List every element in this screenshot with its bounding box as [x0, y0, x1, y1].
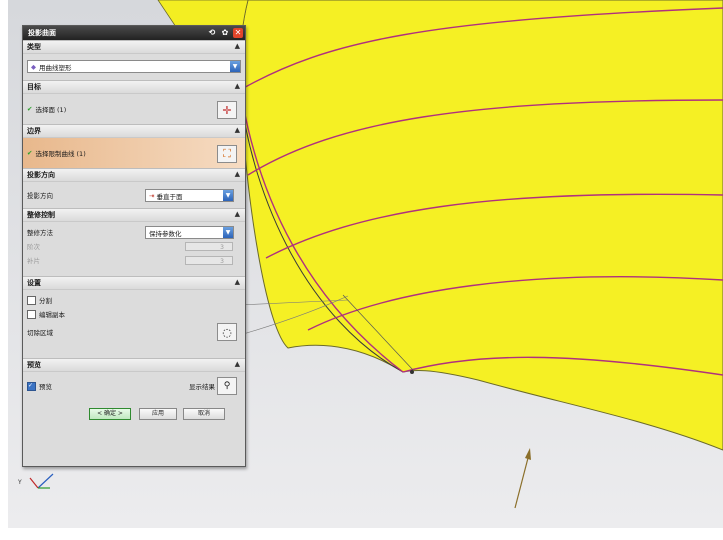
split-option[interactable]: 分割: [27, 293, 241, 307]
close-icon[interactable]: ✕: [233, 28, 243, 38]
check-icon: ✔: [27, 149, 33, 157]
chevron-up-icon[interactable]: ▲: [235, 360, 240, 368]
section-type-header[interactable]: 类型 ▲: [23, 40, 245, 54]
ok-button[interactable]: < 确定 >: [89, 408, 131, 420]
project-surface-dialog[interactable]: 投影曲面 ⟲ ✿ ✕ 类型 ▲ ◆ 用曲线塑形 ▼ 目标 ▲ ✔ 选择面 (1)…: [22, 25, 246, 467]
patch-input[interactable]: 3: [185, 255, 233, 265]
chevron-down-icon[interactable]: ▼: [230, 61, 240, 72]
chevron-up-icon[interactable]: ▲: [235, 126, 240, 134]
preview-row: 预览 显示结果 ⚲: [27, 377, 241, 395]
select-curve-row[interactable]: ✔ 选择限制曲线 (1) ⛶: [27, 145, 241, 163]
section-type-body: ◆ 用曲线塑形 ▼: [23, 54, 245, 80]
dialog-titlebar[interactable]: 投影曲面 ⟲ ✿ ✕: [23, 26, 245, 40]
method-row: 整修方法 保持参数化 ▼: [27, 225, 241, 239]
chevron-up-icon[interactable]: ▲: [235, 82, 240, 90]
dialog-title: 投影曲面: [28, 29, 56, 37]
select-face-row[interactable]: ✔ 选择面 (1) ✛: [27, 101, 241, 119]
section-boundary-header[interactable]: 边界 ▲: [23, 124, 245, 138]
trim-region-button[interactable]: ◌: [217, 323, 237, 341]
chevron-up-icon[interactable]: ▲: [235, 170, 240, 178]
projection-row: 投影方向 ⇥ 垂直于面 ▼: [27, 188, 241, 202]
type-select[interactable]: ◆ 用曲线塑形 ▼: [27, 60, 241, 73]
patch-row: 补片 3: [27, 253, 241, 267]
section-shape-control-header[interactable]: 整修控制 ▲: [23, 208, 245, 222]
gear-icon[interactable]: ✿: [220, 28, 230, 38]
section-target-body: ✔ 选择面 (1) ✛: [23, 94, 245, 124]
preview-checkbox[interactable]: [27, 381, 36, 391]
apply-button[interactable]: 应用: [139, 408, 177, 420]
select-face-button[interactable]: ✛: [217, 101, 237, 119]
edit-copy-checkbox[interactable]: [27, 309, 36, 319]
section-settings-body: 分割 编辑副本 切除区域 ◌: [23, 290, 245, 358]
chevron-down-icon[interactable]: ▼: [223, 227, 233, 238]
section-preview-body: 预览 显示结果 ⚲: [23, 372, 245, 404]
chevron-up-icon[interactable]: ▲: [235, 278, 240, 286]
svg-text:Y: Y: [17, 479, 22, 486]
reset-icon[interactable]: ⟲: [207, 28, 217, 38]
degree-row: 阶次 3: [27, 239, 241, 253]
dialog-footer: < 确定 > 应用 取消: [23, 404, 245, 422]
method-select[interactable]: 保持参数化 ▼: [145, 226, 234, 239]
show-result-label: 显示结果: [189, 383, 215, 391]
direction-icon: ⇥: [149, 191, 155, 200]
select-curve-button[interactable]: ⛶: [217, 145, 237, 163]
trim-region-row: 切除区域 ◌: [27, 323, 241, 341]
chevron-up-icon[interactable]: ▲: [235, 42, 240, 50]
chevron-up-icon[interactable]: ▲: [235, 210, 240, 218]
type-icon: ◆: [31, 62, 36, 71]
check-icon: ✔: [27, 105, 33, 113]
axis-triad-icon: Y: [17, 473, 54, 489]
edit-copy-option[interactable]: 编辑副本: [27, 307, 241, 321]
section-shape-control-body: 整修方法 保持参数化 ▼ 阶次 3 补片 3: [23, 222, 245, 276]
degree-input[interactable]: 3: [185, 241, 233, 251]
section-settings-header[interactable]: 设置 ▲: [23, 276, 245, 290]
section-preview-header[interactable]: 预览 ▲: [23, 358, 245, 372]
section-target-header[interactable]: 目标 ▲: [23, 80, 245, 94]
magnifier-icon[interactable]: ⚲: [217, 377, 237, 395]
chevron-down-icon[interactable]: ▼: [223, 190, 233, 201]
cancel-button[interactable]: 取消: [183, 408, 225, 420]
section-projection-body: 投影方向 ⇥ 垂直于面 ▼: [23, 182, 245, 208]
section-boundary-body: ✔ 选择限制曲线 (1) ⛶: [23, 138, 245, 168]
section-projection-header[interactable]: 投影方向 ▲: [23, 168, 245, 182]
split-checkbox[interactable]: [27, 295, 36, 305]
projection-select[interactable]: ⇥ 垂直于面 ▼: [145, 189, 234, 202]
